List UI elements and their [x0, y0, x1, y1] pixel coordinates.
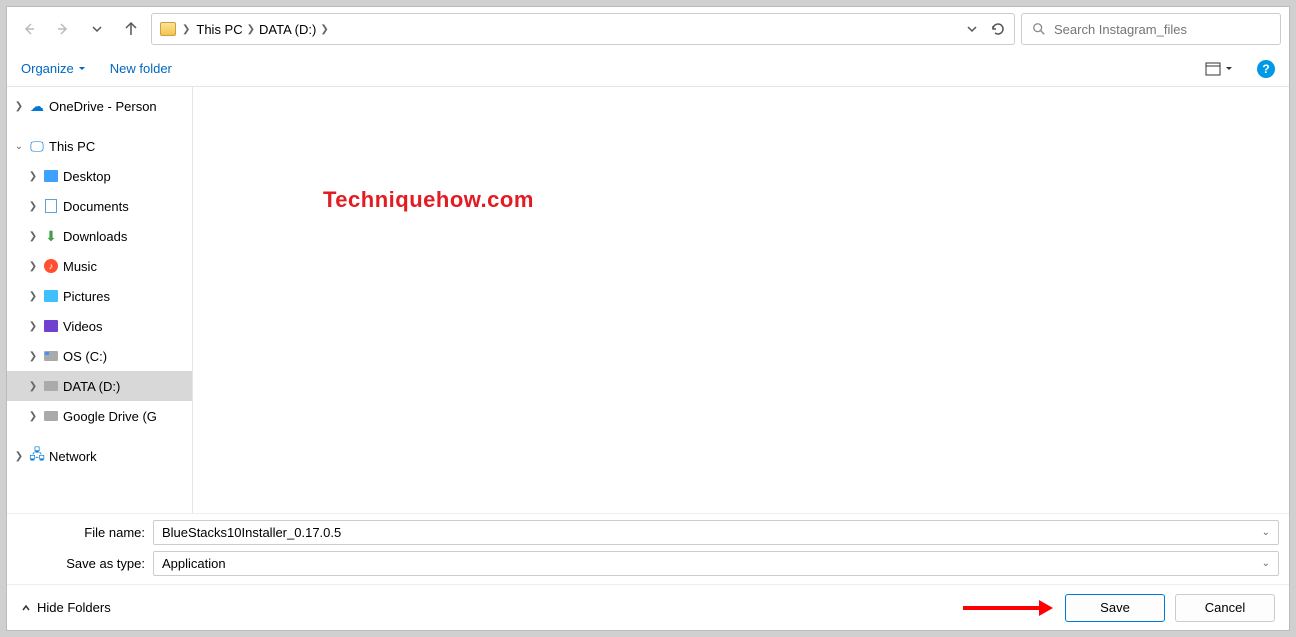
tree-item-videos[interactable]: ❯ Videos [7, 311, 192, 341]
breadcrumb: This PC ❯ DATA (D:) ❯ [196, 22, 960, 37]
saveastype-select[interactable]: Application ⌄ [153, 551, 1279, 576]
filename-input[interactable]: BlueStacks10Installer_0.17.0.5 ⌄ [153, 520, 1279, 545]
watermark-text: Techniquehow.com [323, 187, 534, 213]
chevron-down-icon[interactable]: ⌄ [1262, 558, 1270, 569]
chevron-up-icon [21, 603, 31, 613]
body-area: ❯ ☁ OneDrive - Person ⌄ 🖵 This PC ❯ Desk… [7, 87, 1289, 513]
recent-dropdown[interactable] [83, 15, 111, 43]
chevron-down-icon[interactable] [966, 23, 978, 35]
chevron-down-icon [91, 23, 103, 35]
tree-label: Music [63, 259, 97, 274]
navigation-toolbar: ❯ This PC ❯ DATA (D:) ❯ [7, 7, 1289, 51]
tree-item-onedrive[interactable]: ❯ ☁ OneDrive - Person [7, 91, 192, 121]
tree-item-downloads[interactable]: ❯⬇ Downloads [7, 221, 192, 251]
monitor-icon: 🖵 [29, 138, 45, 154]
tree-label: Google Drive (G [63, 409, 157, 424]
tree-label: This PC [49, 139, 95, 154]
tree-item-thispc[interactable]: ⌄ 🖵 This PC [7, 131, 192, 161]
download-icon: ⬇ [43, 228, 59, 244]
help-button[interactable]: ? [1257, 60, 1275, 78]
tree-item-documents[interactable]: ❯ Documents [7, 191, 192, 221]
tree-item-pictures[interactable]: ❯ Pictures [7, 281, 192, 311]
videos-icon [44, 320, 58, 332]
filename-area: File name: BlueStacks10Installer_0.17.0.… [7, 513, 1289, 584]
tree-label: Network [49, 449, 97, 464]
tree-item-desktop[interactable]: ❯ Desktop [7, 161, 192, 191]
tree-item-os-c[interactable]: ❯ OS (C:) [7, 341, 192, 371]
navigation-tree[interactable]: ❯ ☁ OneDrive - Person ⌄ 🖵 This PC ❯ Desk… [7, 87, 193, 513]
search-input[interactable] [1054, 22, 1270, 37]
dialog-footer: Hide Folders Save Cancel [7, 584, 1289, 630]
desktop-icon [44, 170, 58, 182]
folder-icon [160, 22, 176, 36]
tree-item-gdrive[interactable]: ❯ Google Drive (G [7, 401, 192, 431]
tree-item-data-d[interactable]: ❯ DATA (D:) [7, 371, 192, 401]
cancel-button[interactable]: Cancel [1175, 594, 1275, 622]
drive-icon [44, 351, 58, 361]
arrow-up-icon [123, 21, 139, 37]
chevron-right-icon: ❯ [320, 24, 328, 35]
caret-down-icon [78, 65, 86, 73]
filename-label: File name: [17, 525, 153, 540]
tree-label: OneDrive - Person [49, 99, 157, 114]
drive-icon [44, 381, 58, 391]
search-icon [1032, 22, 1046, 36]
save-button[interactable]: Save [1065, 594, 1165, 622]
drive-icon [44, 411, 58, 421]
refresh-icon[interactable] [990, 21, 1006, 37]
organize-menu[interactable]: Organize [21, 61, 86, 76]
tree-label: Desktop [63, 169, 111, 184]
breadcrumb-item[interactable]: DATA (D:) [259, 22, 316, 37]
document-icon [45, 199, 57, 213]
tree-label: Videos [63, 319, 103, 334]
chevron-down-icon[interactable]: ⌄ [1262, 527, 1270, 538]
network-icon: 🖧 [29, 448, 45, 464]
command-toolbar: Organize New folder ? [7, 51, 1289, 87]
address-bar[interactable]: ❯ This PC ❯ DATA (D:) ❯ [151, 13, 1015, 45]
annotation-arrow [963, 606, 1043, 610]
hide-folders-toggle[interactable]: Hide Folders [21, 600, 111, 615]
tree-label: Pictures [63, 289, 110, 304]
tree-label: OS (C:) [63, 349, 107, 364]
tree-label: Documents [63, 199, 129, 214]
chevron-right-icon: ❯ [182, 24, 190, 35]
saveastype-value: Application [162, 556, 226, 571]
tree-label: DATA (D:) [63, 379, 120, 394]
layout-icon [1205, 62, 1221, 76]
filename-value: BlueStacks10Installer_0.17.0.5 [162, 525, 341, 540]
chevron-right-icon: ❯ [247, 24, 255, 35]
cloud-icon: ☁ [29, 98, 45, 114]
back-button[interactable] [15, 15, 43, 43]
tree-item-music[interactable]: ❯♪ Music [7, 251, 192, 281]
file-list-pane[interactable]: Techniquehow.com [193, 87, 1289, 513]
up-button[interactable] [117, 15, 145, 43]
music-icon: ♪ [44, 259, 58, 273]
arrow-right-icon [55, 21, 71, 37]
tree-item-network[interactable]: ❯🖧 Network [7, 441, 192, 471]
saveastype-label: Save as type: [17, 556, 153, 571]
forward-button[interactable] [49, 15, 77, 43]
view-options[interactable] [1205, 62, 1233, 76]
tree-label: Downloads [63, 229, 127, 244]
search-box[interactable] [1021, 13, 1281, 45]
breadcrumb-item[interactable]: This PC [196, 22, 242, 37]
save-dialog: ❯ This PC ❯ DATA (D:) ❯ Organize New fol… [6, 6, 1290, 631]
new-folder-button[interactable]: New folder [110, 61, 172, 76]
pictures-icon [44, 290, 58, 302]
caret-down-icon [1225, 65, 1233, 73]
arrow-left-icon [21, 21, 37, 37]
